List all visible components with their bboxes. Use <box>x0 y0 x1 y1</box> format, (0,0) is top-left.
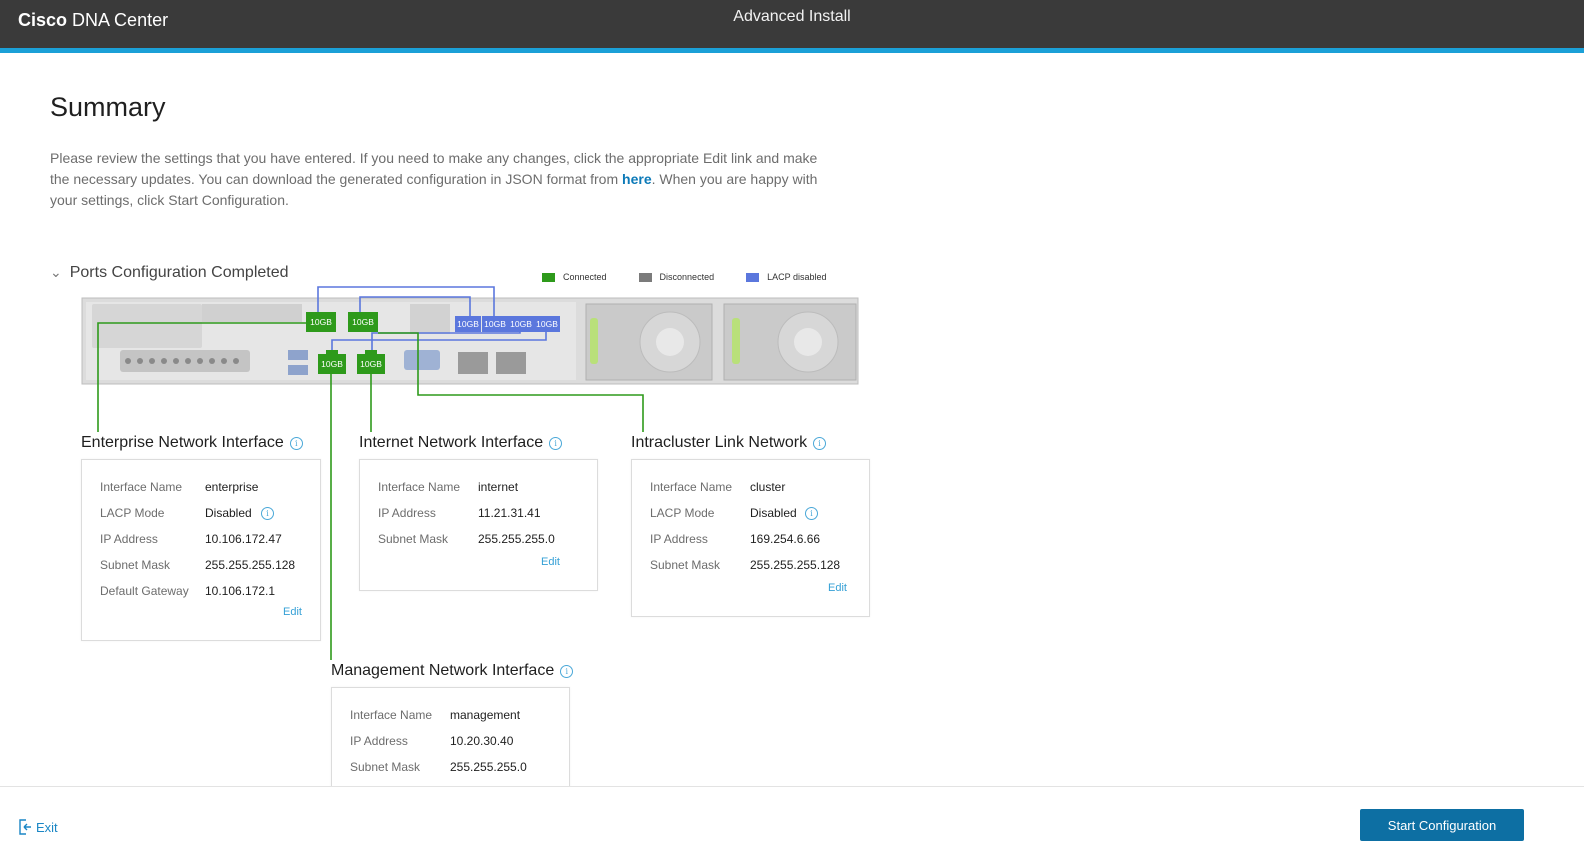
port-enterprise-10gb: 10GB <box>306 312 336 332</box>
intracluster-card: Interface Name cluster LACP Mode Disabled i… <box>631 459 870 617</box>
svg-text:10GB: 10GB <box>457 319 479 329</box>
info-icon[interactable]: i <box>549 436 563 450</box>
internet-interface-heading: Internet Network Interface i <box>359 434 563 452</box>
management-interface-card: Interface Name management IP Address 10.20… <box>331 687 570 799</box>
exit-label: Exit <box>36 819 58 835</box>
port-lacp-disabled-2: 10GB <box>482 316 508 332</box>
enterprise-interface-title: Enterprise Network Interface <box>81 434 284 451</box>
svg-text:10GB: 10GB <box>536 319 558 329</box>
action-footer: Exit Start Configuration <box>0 786 1584 865</box>
svg-text:10GB: 10GB <box>484 319 506 329</box>
vga-port <box>404 350 440 370</box>
svg-text:10GB: 10GB <box>352 317 374 327</box>
internet-edit-link[interactable]: Edit <box>541 556 560 568</box>
management-interface-title: Management Network Interface <box>331 662 555 679</box>
svg-text:10GB: 10GB <box>510 319 532 329</box>
enterprise-interface-card: Interface Name enterprise LACP Mode Disabl… <box>81 459 321 641</box>
svg-text:10GB: 10GB <box>360 359 382 369</box>
lacp-info-icon[interactable]: i <box>261 507 274 520</box>
port-lacp-disabled-1: 10GB <box>455 316 481 332</box>
info-icon[interactable]: i <box>289 436 303 450</box>
intracluster-title: Intracluster Link Network <box>631 434 808 451</box>
port-cluster-10gb: 10GB <box>348 312 378 332</box>
svg-text:10GB: 10GB <box>321 359 343 369</box>
mgmt-rj45-2 <box>496 352 526 374</box>
management-interface-heading: Management Network Interface i <box>331 662 574 680</box>
enterprise-edit-link[interactable]: Edit <box>283 606 302 618</box>
intracluster-heading: Intracluster Link Network i <box>631 434 827 452</box>
power-supply-1 <box>585 303 713 381</box>
usb-port-1 <box>288 350 308 360</box>
port-lacp-disabled-4: 10GB <box>534 316 560 332</box>
exit-button[interactable]: Exit <box>18 819 58 835</box>
intracluster-edit-link[interactable]: Edit <box>828 582 847 594</box>
internet-interface-card: Interface Name internet IP Address 11.21.3… <box>359 459 598 591</box>
lacp-info-icon[interactable]: i <box>805 507 818 520</box>
info-icon[interactable]: i <box>813 436 827 450</box>
start-configuration-button[interactable]: Start Configuration <box>1360 809 1524 841</box>
enterprise-interface-heading: Enterprise Network Interface i <box>81 434 303 452</box>
port-lacp-disabled-3: 10GB <box>508 316 534 332</box>
mgmt-rj45-1 <box>458 352 488 374</box>
usb-port-2 <box>288 365 308 375</box>
power-supply-2 <box>723 303 857 381</box>
exit-icon <box>19 819 31 835</box>
info-icon[interactable]: i <box>560 664 574 678</box>
svg-text:10GB: 10GB <box>310 317 332 327</box>
internet-interface-title: Internet Network Interface <box>359 434 544 451</box>
